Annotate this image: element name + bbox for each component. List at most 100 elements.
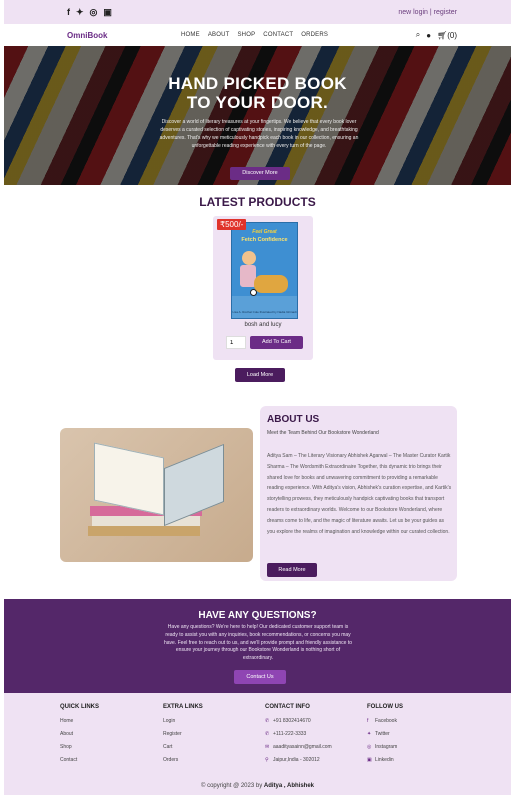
contact-phone-2[interactable]: ✆ +111-222-3333 [265, 731, 332, 744]
hero-banner: HAND PICKED BOOK TO YOUR DOOR. Discover … [4, 46, 511, 185]
facebook-icon: f [367, 718, 369, 724]
cart-icon: 🛒︎ [437, 30, 448, 40]
footer-link-label: Cart [163, 744, 173, 750]
hero-title: HAND PICKED BOOK TO YOUR DOOR. [4, 74, 511, 112]
questions-text: Have any questions? We're here to help! … [163, 624, 352, 662]
product-name: bosh and lucy [244, 322, 282, 328]
nav-item-orders[interactable]: ORDERS [301, 32, 328, 38]
cover-dog-illustration [254, 275, 288, 293]
facebook-icon[interactable]: f [67, 7, 70, 17]
follow-label: Facebook [375, 718, 397, 724]
contact-address: ⚲ Jaipur,India - 302012 [265, 757, 332, 770]
book-stack-bottom [88, 526, 200, 536]
footer-link-label: Home [60, 718, 74, 724]
footer-heading: CONTACT INFO [265, 704, 310, 710]
footer-heading: EXTRA LINKS [163, 704, 203, 710]
hero-text: Discover a world of literary treasures a… [159, 119, 359, 149]
phone-icon: ✆ [265, 718, 270, 724]
location-pin-icon: ⚲ [265, 757, 269, 763]
follow-label: Linkedin [375, 757, 394, 763]
contact-text: +91 8302414670 [273, 718, 311, 724]
hero-title-line2: TO YOUR DOOR. [186, 93, 329, 112]
twitter-icon: ✦ [367, 731, 372, 737]
footer-heading: FOLLOW US [367, 704, 403, 710]
linkedin-icon: ▣ [367, 757, 372, 763]
footer-link-cart[interactable]: Cart [163, 744, 203, 757]
read-more-button[interactable]: Read More [267, 563, 317, 577]
footer-link-label: Register [163, 731, 182, 737]
cart-button[interactable]: 🛒︎(0) [437, 31, 457, 40]
nav-menu: HOME ABOUT SHOP CONTACT ORDERS [181, 32, 328, 38]
footer-link-orders[interactable]: Orders [163, 757, 203, 770]
contact-text: aaadityasainn@gmail.com [273, 744, 332, 750]
open-book-left-page [94, 442, 164, 516]
questions-section: HAVE ANY QUESTIONS? Have any questions? … [4, 599, 511, 693]
footer-extra-links: EXTRA LINKS Login Register Cart Orders [163, 704, 203, 770]
instagram-icon[interactable]: ◎ [90, 7, 98, 17]
footer-link-label: Orders [163, 757, 179, 763]
nav-item-shop[interactable]: SHOP [237, 32, 255, 38]
about-section: ABOUT US Meet the Team Behind Our Bookst… [260, 406, 457, 581]
follow-facebook[interactable]: f Facebook [367, 718, 403, 731]
copyright-names: Aditya , Abhishek [263, 783, 314, 789]
nav-item-about[interactable]: ABOUT [208, 32, 230, 38]
cover-ball [250, 289, 257, 296]
cart-count: (0) [447, 30, 457, 40]
quantity-input[interactable] [226, 336, 246, 349]
book-cover-image[interactable]: Feel Great Fetch Confidence Lisa A. Roch… [231, 222, 298, 319]
footer-link-label: Contact [60, 757, 78, 763]
envelope-icon: ✉ [265, 744, 270, 750]
footer-link-login[interactable]: Login [163, 718, 203, 731]
twitter-icon[interactable]: ✦ [76, 7, 84, 17]
register-link[interactable]: register [434, 9, 457, 16]
brand-logo[interactable]: OmniBook [67, 31, 181, 40]
footer-contact-info: CONTACT INFO ✆ +91 8302414670 ✆ +111-222-3… [265, 704, 332, 770]
main-nav: OmniBook HOME ABOUT SHOP CONTACT ORDERS … [4, 24, 511, 46]
footer-link-label: Shop [60, 744, 72, 750]
about-image [60, 428, 253, 562]
follow-twitter[interactable]: ✦ Twitter [367, 731, 403, 744]
footer-heading: QUICK LINKS [60, 704, 99, 710]
login-link[interactable]: new login [398, 9, 428, 16]
footer-link-label: About [60, 731, 74, 737]
questions-title: HAVE ANY QUESTIONS? [198, 610, 317, 621]
follow-linkedin[interactable]: ▣ Linkedin [367, 757, 403, 770]
search-icon[interactable]: ⌕ [416, 30, 420, 40]
footer-link-contact[interactable]: Contact [60, 757, 99, 770]
contact-us-button[interactable]: Contact Us [234, 670, 286, 684]
follow-label: Twitter [375, 731, 390, 737]
footer-link-about[interactable]: About [60, 731, 99, 744]
contact-email[interactable]: ✉ aaadityasainn@gmail.com [265, 744, 332, 757]
follow-instagram[interactable]: ◎ Instagram [367, 744, 403, 757]
cover-author: Lisa A. Rochat Cole Illustrated by Nadia… [232, 310, 297, 314]
nav-item-home[interactable]: HOME [181, 32, 200, 38]
contact-text: +111-222-3333 [273, 731, 307, 737]
contact-phone-1[interactable]: ✆ +91 8302414670 [265, 718, 332, 731]
divider: | [429, 8, 432, 16]
copyright-prefix: © copyright @ 2023 by [200, 783, 264, 789]
cover-ground [232, 296, 297, 318]
user-icon[interactable]: ● [426, 31, 431, 40]
page: f ✦ ◎ ▣ new login | register OmniBook HO… [4, 0, 511, 795]
phone-icon: ✆ [265, 731, 270, 737]
linkedin-icon[interactable]: ▣ [103, 7, 112, 17]
instagram-icon: ◎ [367, 744, 372, 750]
nav-item-contact[interactable]: CONTACT [263, 32, 293, 38]
discover-more-button[interactable]: Discover More [230, 167, 290, 180]
open-book-right-pages [164, 443, 224, 527]
follow-label: Instagram [375, 744, 398, 750]
load-more-button[interactable]: Load More [235, 368, 285, 382]
cover-subtitle: Fetch Confidence [241, 237, 288, 243]
product-card: Feel Great Fetch Confidence Lisa A. Roch… [213, 216, 313, 360]
footer-link-label: Login [163, 718, 176, 724]
footer-link-home[interactable]: Home [60, 718, 99, 731]
latest-products-title: LATEST PRODUCTS [199, 195, 316, 209]
add-to-cart-button[interactable]: Add To Cart [250, 336, 303, 349]
footer-link-shop[interactable]: Shop [60, 744, 99, 757]
footer-link-register[interactable]: Register [163, 731, 203, 744]
top-bar: f ✦ ◎ ▣ new login | register [4, 0, 511, 24]
login-links: new login | register [398, 9, 457, 16]
contact-text: Jaipur,India - 302012 [273, 757, 320, 763]
footer-quick-links: QUICK LINKS Home About Shop Contact [60, 704, 99, 770]
hero-title-line1: HAND PICKED BOOK [168, 74, 347, 93]
